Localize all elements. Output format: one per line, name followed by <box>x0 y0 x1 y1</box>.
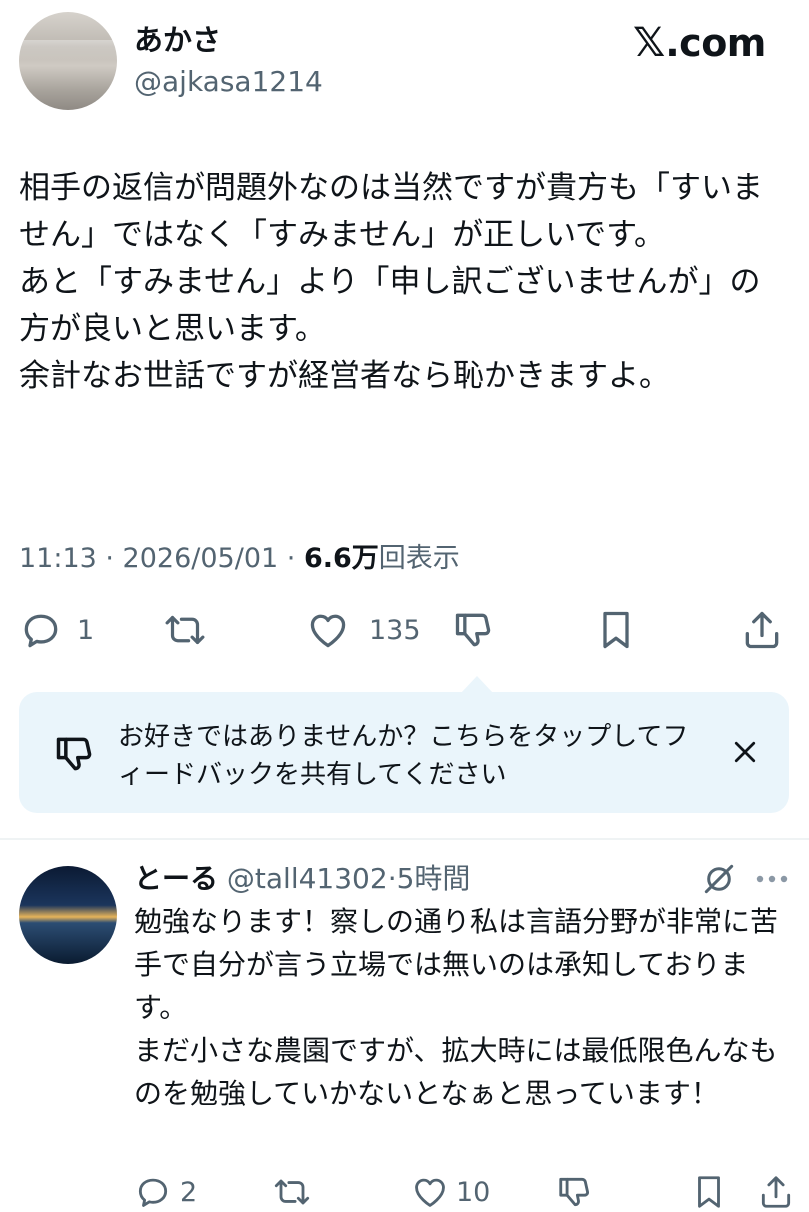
like-icon <box>410 1173 450 1211</box>
dislike-icon <box>452 608 496 652</box>
more-icon[interactable] <box>752 864 792 898</box>
share-icon <box>741 608 783 652</box>
feedback-text[interactable]: お好きではありませんか？こちらをタップしてフィードバックを共有してください <box>118 718 708 794</box>
reply-display-name[interactable]: とーる <box>134 862 218 895</box>
repost-icon <box>160 608 210 652</box>
reply-bookmark-button[interactable] <box>692 1172 726 1212</box>
bookmark-icon <box>692 1173 726 1211</box>
like-button[interactable]: 135 <box>305 608 421 652</box>
share-icon <box>758 1173 794 1211</box>
reply-reply-count: 2 <box>180 1176 198 1208</box>
view-label: 回表示 <box>378 543 460 574</box>
like-count: 135 <box>369 614 421 646</box>
close-icon[interactable] <box>730 737 760 771</box>
author-avatar[interactable] <box>19 12 117 110</box>
like-icon <box>305 608 351 652</box>
reply-count: 1 <box>77 614 95 646</box>
reply-share-button[interactable] <box>758 1172 794 1212</box>
reply-avatar[interactable] <box>19 866 117 964</box>
post-meta: 11:13 · 2026/05/01 · 6.6万回表示 <box>19 539 460 579</box>
repost-button[interactable] <box>160 608 210 652</box>
reply-repost-button[interactable] <box>270 1172 314 1212</box>
bookmark-button[interactable] <box>596 608 636 652</box>
reply-icon <box>134 1173 172 1211</box>
reply-text: 勉強なります！察しの通り私は言語分野が非常に苦手で自分が言う立場では無いのは承知… <box>134 905 779 1110</box>
reply-like-button[interactable]: 10 <box>410 1172 490 1212</box>
view-count: 6.6万 <box>303 543 379 574</box>
reply-header: とーる @tall41302·5時間 <box>134 858 470 900</box>
x-logo-mark: 𝕏 <box>633 20 666 66</box>
dislike-icon <box>556 1173 594 1211</box>
author-handle[interactable]: @ajkasa1214 <box>134 62 323 102</box>
post-text: 相手の返信が問題外なのは当然ですが貴方も「すいません」ではなく「すみません」が正… <box>19 170 763 394</box>
reply-reply-button[interactable]: 2 <box>134 1172 197 1212</box>
x-logo-suffix: .com <box>665 21 766 65</box>
share-button[interactable] <box>741 608 783 652</box>
reply-handle-time[interactable]: @tall41302·5時間 <box>227 862 470 895</box>
post-timestamp[interactable]: 11:13 · 2026/05/01 · <box>19 543 304 574</box>
reply-dislike-button[interactable] <box>556 1172 594 1212</box>
feedback-dislike-icon <box>52 732 98 780</box>
dislike-button[interactable] <box>452 608 496 652</box>
reply-button[interactable]: 1 <box>19 608 94 652</box>
repost-icon <box>270 1173 314 1211</box>
grok-icon[interactable] <box>700 860 738 902</box>
bookmark-icon <box>596 608 636 652</box>
feedback-caret <box>461 676 493 693</box>
author-display-name[interactable]: あかさ <box>134 20 221 60</box>
divider <box>0 838 809 840</box>
reply-icon <box>19 608 63 652</box>
x-logo: 𝕏 .com <box>633 18 766 68</box>
reply-like-count: 10 <box>456 1176 491 1208</box>
